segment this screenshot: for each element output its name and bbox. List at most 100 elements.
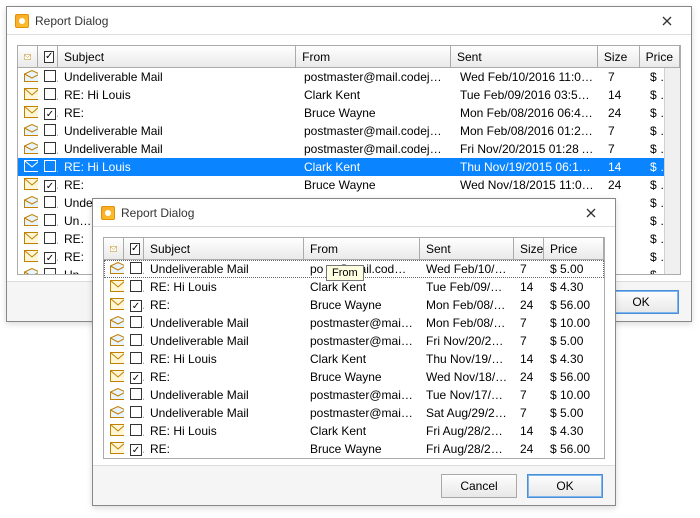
column-header-checkbox[interactable] [38, 46, 58, 67]
cell-subject: RE: [58, 178, 298, 192]
row-checkbox[interactable] [38, 106, 58, 121]
cell-sent: Fri Nov/20/2015 0… [420, 334, 514, 348]
row-checkbox[interactable] [124, 352, 144, 367]
mail-icon-cell [104, 298, 124, 313]
row-checkbox[interactable] [38, 268, 58, 275]
row-checkbox[interactable] [38, 124, 58, 139]
vertical-scrollbar[interactable] [664, 68, 680, 274]
cell-from: Clark Kent [304, 280, 420, 294]
column-header-from[interactable]: From [296, 46, 451, 67]
row-checkbox[interactable] [124, 388, 144, 403]
checkbox-icon [44, 196, 56, 208]
cell-size: 7 [602, 70, 644, 84]
close-button[interactable] [573, 202, 609, 224]
column-header-from[interactable]: From [304, 238, 420, 259]
table-row[interactable]: RE: Hi LouisClark KentThu Nov/19/2015 06… [18, 158, 680, 176]
ok-button[interactable]: OK [527, 474, 603, 498]
checkbox-icon [130, 300, 142, 312]
mail-icon-cell [18, 88, 38, 103]
cell-size: 7 [602, 124, 644, 138]
checkbox-icon [44, 268, 56, 275]
cell-price: $ 5.00 [544, 334, 604, 348]
cell-sent: Fri Nov/20/2015 01:28 AM [454, 142, 602, 156]
checkbox-icon [130, 334, 142, 346]
checkbox-icon [130, 388, 142, 400]
cell-subject: Undeliverable Mail [144, 388, 304, 402]
column-header-sent[interactable]: Sent [451, 46, 598, 67]
column-header-icon[interactable] [18, 46, 38, 67]
cell-sent: Mon Feb/08/2016 01:28 A… [454, 124, 602, 138]
table-row[interactable]: RE: Hi LouisClark KentTue Feb/09/2016 0…… [104, 278, 604, 296]
cell-from: Bruce Wayne [298, 106, 454, 120]
close-button[interactable] [649, 10, 685, 32]
row-checkbox[interactable] [124, 442, 144, 457]
table-row[interactable]: Undeliverable Mailpostmaster@mail.c…Tue … [104, 386, 604, 404]
row-checkbox[interactable] [38, 232, 58, 247]
mail-icon-cell [104, 370, 124, 385]
titlebar[interactable]: Report Dialog [93, 199, 615, 227]
table-row[interactable]: Undeliverable Mailpostmaster@mail.c…Fri … [104, 332, 604, 350]
column-header-icon[interactable] [104, 238, 124, 259]
envelope-icon [110, 243, 117, 255]
table-row[interactable]: Undeliverable Mailpostmaster@mail.codejo… [18, 68, 680, 86]
table-row[interactable]: Undeliverable Mailpostmaster@mail.c…Sat … [104, 404, 604, 422]
row-checkbox[interactable] [124, 334, 144, 349]
row-checkbox[interactable] [38, 196, 58, 211]
row-checkbox[interactable] [124, 262, 144, 277]
row-checkbox[interactable] [124, 406, 144, 421]
column-header-checkbox[interactable] [124, 238, 144, 259]
cancel-button[interactable]: Cancel [441, 474, 517, 498]
table-row[interactable]: Undeliverable Mailpostmaster@mail.c…Mon … [104, 314, 604, 332]
mail-icon-cell [18, 142, 38, 157]
row-checkbox[interactable] [124, 316, 144, 331]
cell-size: 14 [514, 280, 544, 294]
cell-sent: Wed Feb/10/2016 11:04 A… [454, 70, 602, 84]
column-header-price[interactable]: Price [640, 46, 680, 67]
row-checkbox[interactable] [38, 214, 58, 229]
cell-from: postmaster@mail.codejock.com [298, 70, 454, 84]
row-checkbox[interactable] [38, 178, 58, 193]
row-checkbox[interactable] [124, 424, 144, 439]
row-checkbox[interactable] [124, 280, 144, 295]
cell-sent: Wed Feb/10/2016 … [420, 262, 514, 276]
row-checkbox[interactable] [38, 142, 58, 157]
column-header-size[interactable]: Size [598, 46, 640, 67]
table-row[interactable]: RE: Hi LouisClark KentTue Feb/09/2016 03… [18, 86, 680, 104]
cell-size: 7 [514, 262, 544, 276]
column-header-subject[interactable]: Subject [58, 46, 296, 67]
table-row[interactable]: RE:Bruce WayneFri Aug/28/2015 0…24$ 56.0… [104, 440, 604, 458]
row-checkbox[interactable] [38, 250, 58, 265]
cell-size: 14 [602, 160, 644, 174]
column-header-subject[interactable]: Subject [144, 238, 304, 259]
row-checkbox[interactable] [38, 88, 58, 103]
table-row[interactable]: RE:Bruce WayneWed Nov/18/2015…24$ 56.00 [104, 368, 604, 386]
row-checkbox[interactable] [38, 70, 58, 85]
table-row[interactable]: Undeliverable Mailpostmaster@mail.codejo… [18, 122, 680, 140]
table-row[interactable]: Undeliverable Mailpostmaster@mail.codejo… [18, 140, 680, 158]
row-checkbox[interactable] [124, 370, 144, 385]
table-row[interactable]: RE: Hi LouisClark KentFri Aug/28/2015 0…… [104, 422, 604, 440]
grid-body[interactable]: Undeliverable Mailpo er@mail.cod…Wed Feb… [104, 260, 604, 458]
column-header-price[interactable]: Price [544, 238, 604, 259]
cell-subject: Undeliverable Mail [58, 70, 298, 84]
cell-from: Clark Kent [304, 424, 420, 438]
table-row[interactable]: RE:Bruce WayneWed Nov/18/2015 11:04 …24$… [18, 176, 680, 194]
titlebar[interactable]: Report Dialog [7, 7, 691, 35]
cell-size: 7 [514, 334, 544, 348]
app-icon [101, 206, 115, 220]
table-row[interactable]: RE:Bruce WayneMon Feb/08/2016 …24$ 56.00 [104, 296, 604, 314]
cell-price: $ 4.30 [544, 352, 604, 366]
table-row[interactable]: Undeliverable Mailpo er@mail.cod…Wed Feb… [104, 260, 604, 278]
cell-subject: Undeliverable Mail [144, 334, 304, 348]
column-header-sent[interactable]: Sent [420, 238, 514, 259]
cell-size: 24 [514, 298, 544, 312]
row-checkbox[interactable] [38, 160, 58, 175]
table-row[interactable]: RE:Bruce WayneMon Feb/08/2016 06:48 P…24… [18, 104, 680, 122]
checkbox-icon [130, 424, 142, 436]
cell-price: $ 5.00 [544, 406, 604, 420]
envelope-icon [24, 51, 31, 63]
checkbox-icon [44, 108, 56, 120]
column-header-size[interactable]: Size [514, 238, 544, 259]
table-row[interactable]: RE: Hi LouisClark KentThu Nov/19/2015 …1… [104, 350, 604, 368]
row-checkbox[interactable] [124, 298, 144, 313]
